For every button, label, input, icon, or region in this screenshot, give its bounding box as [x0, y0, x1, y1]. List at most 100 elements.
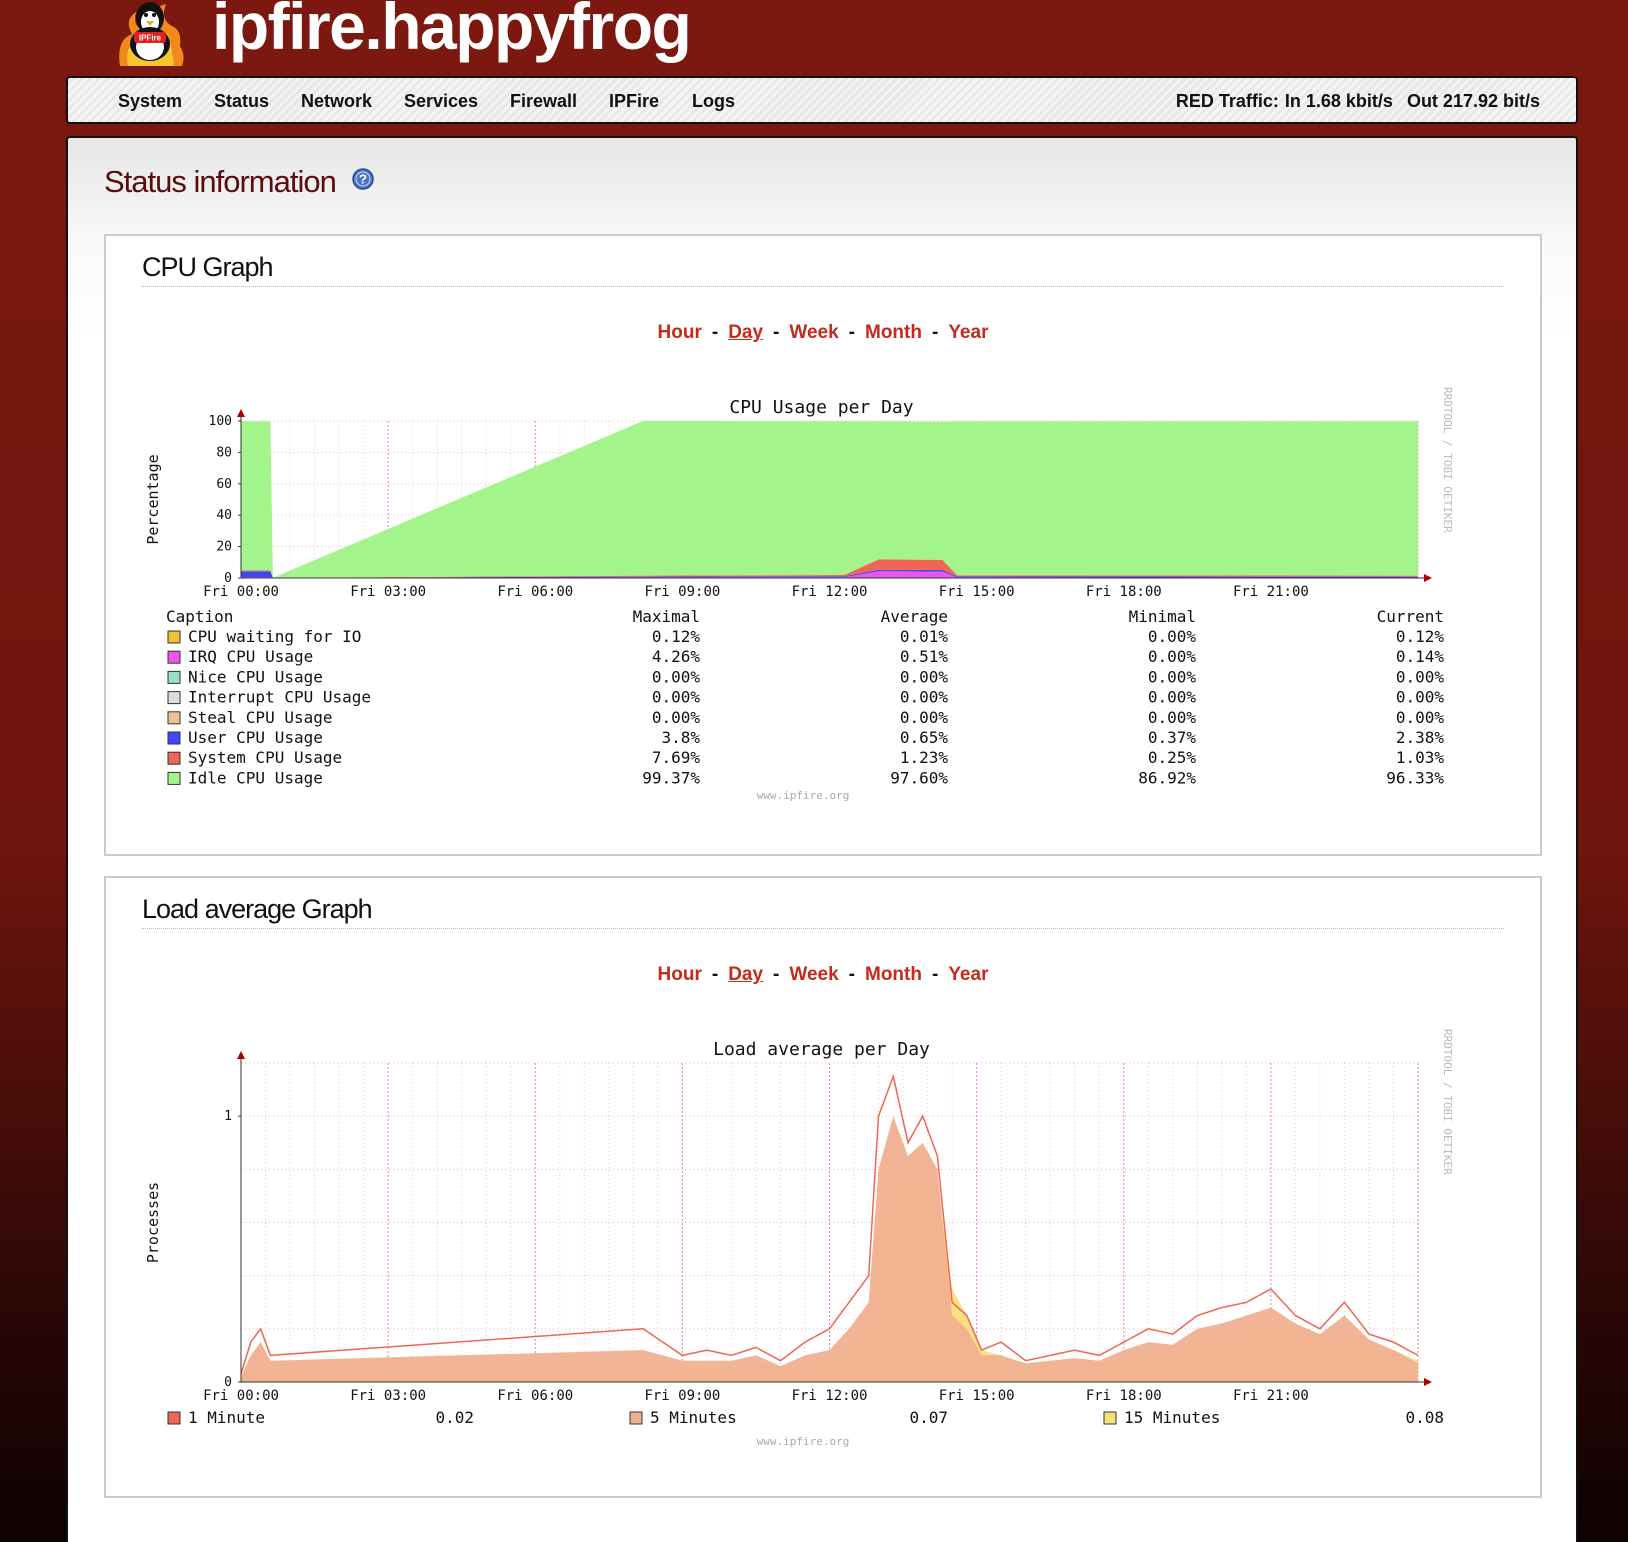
legend-value: 0.01% — [900, 627, 949, 646]
rrdtool-watermark: RRDTOOL / TOBI OETIKER — [1441, 387, 1454, 533]
x-tick-label: Fri 06:00 — [497, 1388, 573, 1404]
svg-text:?: ? — [359, 172, 367, 187]
legend-header: Current — [1377, 607, 1444, 626]
content-panel: Status information ? CPU Graph Hour - Day -… — [66, 136, 1578, 1542]
y-axis-arrow — [237, 1051, 245, 1059]
y-axis-label: Percentage — [144, 454, 162, 544]
chart-title: Load average per Day — [713, 1039, 930, 1060]
rrdtool-watermark: RRDTOOL / TOBI OETIKER — [1441, 1029, 1454, 1175]
legend-swatch — [167, 650, 181, 664]
legend-series-name: 15 Minutes — [1124, 1408, 1220, 1427]
legend-swatch — [167, 630, 181, 644]
chart-title: CPU Usage per Day — [729, 397, 913, 418]
legend-value: 0.65% — [900, 728, 949, 747]
legend-value: 0.00% — [1396, 708, 1445, 727]
legend-series-name: System CPU Usage — [188, 748, 342, 767]
legend-value: 0.08 — [1405, 1408, 1444, 1427]
legend-value: 0.00% — [900, 708, 949, 727]
load-average-chart: 01Fri 00:00 Fri 03:00 Fri 06:00 Fri 09:00 Fr… — [144, 1029, 1454, 1448]
x-tick-label: Fri 15:00 — [939, 584, 1015, 600]
site-title[interactable]: ipfire.happyfrog — [212, 0, 692, 66]
nav-ipfire[interactable]: IPFire — [609, 91, 659, 112]
legend-series-name: Interrupt CPU Usage — [188, 688, 371, 707]
cpu-usage-chart: 020406080100Fri 00:00 Fri 03:00 Fri 06:00 F… — [144, 387, 1454, 802]
legend-series-name: 1 Minute — [188, 1408, 265, 1427]
legend-swatch — [167, 691, 181, 705]
x-axis-arrow — [1424, 574, 1432, 582]
legend-value: 0.00% — [1148, 647, 1197, 666]
y-tick-label: 1 — [224, 1109, 232, 1124]
y-tick-label: 20 — [216, 540, 232, 555]
legend-value: 0.14% — [1396, 647, 1445, 666]
legend-value: 0.07 — [909, 1408, 948, 1427]
legend-value: 2.38% — [1396, 728, 1445, 747]
legend-value: 0.00% — [1396, 688, 1445, 707]
legend-value: 1.23% — [900, 748, 949, 767]
x-tick-label: Fri 00:00 — [203, 1388, 279, 1404]
traffic-out: Out 217.92 bit/s — [1406, 91, 1540, 111]
nav-firewall[interactable]: Firewall — [510, 91, 577, 112]
logo-text: IPFire — [139, 34, 162, 43]
page-title: Status information — [104, 164, 337, 199]
legend-swatch — [1103, 1411, 1117, 1425]
y-tick-label: 100 — [209, 414, 232, 429]
legend-series-name: User CPU Usage — [188, 728, 323, 747]
legend-value: 97.60% — [890, 768, 948, 787]
legend-value: 0.00% — [900, 667, 949, 686]
ipfire-penguin-logo-icon[interactable]: IPFire — [110, 0, 190, 66]
help-icon[interactable]: ? — [352, 168, 374, 190]
red-traffic-status: RED Traffic: In 1.68 kbit/s Out 217.92 bit… — [1176, 91, 1540, 112]
x-tick-label: Fri 12:00 — [792, 584, 868, 600]
legend-value: 0.00% — [900, 688, 949, 707]
x-tick-label: Fri 21:00 — [1233, 584, 1309, 600]
legend-value: 0.00% — [652, 708, 701, 727]
x-tick-label: Fri 09:00 — [644, 584, 720, 600]
site-brand: IPFire ipfire.happyfrog — [110, 0, 710, 66]
legend-swatch — [167, 731, 181, 745]
x-axis-arrow — [1424, 1378, 1432, 1386]
legend-value: 0.00% — [652, 688, 701, 707]
legend-swatch — [167, 670, 181, 684]
legend-value: 4.26% — [652, 647, 701, 666]
traffic-in: In 1.68 kbit/s — [1284, 91, 1393, 111]
load-average-graph-section: Load average Graph Hour - Day - Week - Month - Y… — [104, 876, 1542, 1498]
legend-value: 0.00% — [1148, 688, 1197, 707]
y-tick-label: 40 — [216, 508, 232, 523]
legend-swatch — [629, 1411, 643, 1425]
legend-swatch — [167, 1411, 181, 1425]
y-tick-label: 80 — [216, 445, 232, 460]
nav-status[interactable]: Status — [214, 91, 269, 112]
x-tick-label: Fri 18:00 — [1086, 1388, 1162, 1404]
legend-value: 99.37% — [642, 768, 700, 787]
legend-value: 0.00% — [1148, 667, 1197, 686]
legend-header-caption: Caption — [166, 607, 233, 626]
x-tick-label: Fri 18:00 — [1086, 584, 1162, 600]
x-tick-label: Fri 06:00 — [497, 584, 573, 600]
legend-series-name: IRQ CPU Usage — [188, 647, 313, 666]
legend-swatch — [167, 771, 181, 785]
legend-value: 0.51% — [900, 647, 949, 666]
legend-value: 0.37% — [1148, 728, 1197, 747]
x-tick-label: Fri 03:00 — [350, 1388, 426, 1404]
legend-header: Average — [881, 607, 948, 626]
nav-services[interactable]: Services — [404, 91, 478, 112]
chart-footer: www.ipfire.org — [757, 789, 850, 802]
legend-series-name: 5 Minutes — [650, 1408, 737, 1427]
legend-value: 96.33% — [1386, 768, 1444, 787]
x-tick-label: Fri 00:00 — [203, 584, 279, 600]
legend-header: Minimal — [1129, 607, 1196, 626]
legend-value: 3.8% — [661, 728, 700, 747]
nav-system[interactable]: System — [118, 91, 182, 112]
cpu-graph-section: CPU Graph Hour - Day - Week - Month - Year 0 20 40… — [104, 234, 1542, 856]
main-navigation: System Status Network Services Firewall … — [66, 76, 1578, 124]
legend-value: 0.12% — [1396, 627, 1445, 646]
nav-network[interactable]: Network — [301, 91, 372, 112]
legend-series-name: CPU waiting for IO — [188, 627, 361, 646]
legend-swatch — [167, 711, 181, 725]
nav-logs[interactable]: Logs — [692, 91, 735, 112]
series-area-7 — [241, 421, 1418, 578]
traffic-label: RED Traffic: — [1175, 91, 1279, 111]
legend-header: Maximal — [633, 607, 700, 626]
x-tick-label: Fri 21:00 — [1233, 1388, 1309, 1404]
legend-value: 0.00% — [652, 667, 701, 686]
